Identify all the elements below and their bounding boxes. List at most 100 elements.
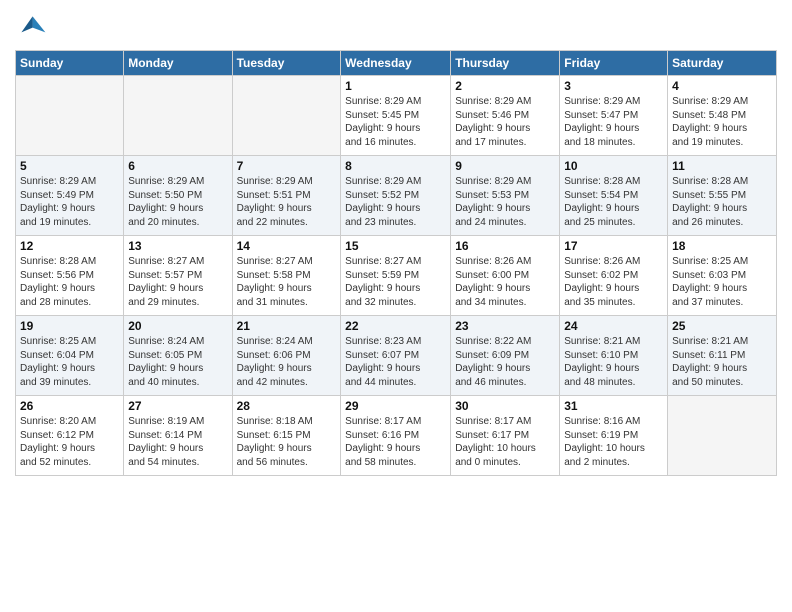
day-number: 13 [128,239,227,253]
calendar-day-cell: 25 Sunrise: 8:21 AM Sunset: 6:11 PM Dayli… [668,316,777,396]
calendar-day-cell: 6 Sunrise: 8:29 AM Sunset: 5:50 PM Daylig… [124,156,232,236]
day-number: 14 [237,239,337,253]
calendar-day-cell: 9Sunrise: 8:29 AM Sunset: 5:53 PM Daylig… [451,156,560,236]
calendar-day-cell: 30 Sunrise: 8:17 AM Sunset: 6:17 PM Dayli… [451,396,560,476]
calendar-day-cell: 16Sunrise: 8:26 AM Sunset: 6:00 PM Dayli… [451,236,560,316]
calendar-day-cell: 20 Sunrise: 8:24 AM Sunset: 6:05 PM Dayli… [124,316,232,396]
day-info: Sunrise: 8:29 AM Sunset: 5:52 PM Dayligh… [345,175,446,229]
day-info: Sunrise: 8:28 AM Sunset: 5:55 PM Dayligh… [672,175,772,229]
calendar-week-row: 19 Sunrise: 8:25 AM Sunset: 6:04 PM Dayli… [16,316,777,396]
day-number: 4 [672,79,772,93]
calendar-week-row: 12 Sunrise: 8:28 AM Sunset: 5:56 PM Dayli… [16,236,777,316]
weekday-header-monday: Monday [124,51,232,76]
calendar-day-cell: 3Sunrise: 8:29 AM Sunset: 5:47 PM Daylig… [560,76,668,156]
calendar-day-cell: 8 Sunrise: 8:29 AM Sunset: 5:52 PM Daylig… [341,156,451,236]
day-info: Sunrise: 8:29 AM Sunset: 5:45 PM Dayligh… [345,95,446,149]
calendar-day-cell: 5Sunrise: 8:29 AM Sunset: 5:49 PM Daylig… [16,156,124,236]
day-info: Sunrise: 8:18 AM Sunset: 6:15 PM Dayligh… [237,415,337,469]
day-info: Sunrise: 8:29 AM Sunset: 5:50 PM Dayligh… [128,175,227,229]
day-number: 24 [564,319,663,333]
calendar-day-cell: 19 Sunrise: 8:25 AM Sunset: 6:04 PM Dayli… [16,316,124,396]
day-info: Sunrise: 8:27 AM Sunset: 5:58 PM Dayligh… [237,255,337,309]
day-info: Sunrise: 8:29 AM Sunset: 5:48 PM Dayligh… [672,95,772,149]
weekday-header-sunday: Sunday [16,51,124,76]
weekday-header-wednesday: Wednesday [341,51,451,76]
day-number: 25 [672,319,772,333]
day-info: Sunrise: 8:29 AM Sunset: 5:46 PM Dayligh… [455,95,555,149]
weekday-header-row: SundayMondayTuesdayWednesdayThursdayFrid… [16,51,777,76]
day-info: Sunrise: 8:26 AM Sunset: 6:02 PM Dayligh… [564,255,663,309]
calendar-day-cell [232,76,341,156]
calendar-day-cell: 10 Sunrise: 8:28 AM Sunset: 5:54 PM Dayli… [560,156,668,236]
day-number: 22 [345,319,446,333]
day-info: Sunrise: 8:25 AM Sunset: 6:04 PM Dayligh… [20,335,119,389]
day-info: Sunrise: 8:28 AM Sunset: 5:54 PM Dayligh… [564,175,663,229]
calendar-day-cell: 23 Sunrise: 8:22 AM Sunset: 6:09 PM Dayli… [451,316,560,396]
calendar-week-row: 26Sunrise: 8:20 AM Sunset: 6:12 PM Dayli… [16,396,777,476]
day-info: Sunrise: 8:27 AM Sunset: 5:59 PM Dayligh… [345,255,446,309]
day-number: 1 [345,79,446,93]
day-number: 12 [20,239,119,253]
day-info: Sunrise: 8:21 AM Sunset: 6:11 PM Dayligh… [672,335,772,389]
weekday-header-saturday: Saturday [668,51,777,76]
header [15,10,777,42]
calendar-day-cell: 14 Sunrise: 8:27 AM Sunset: 5:58 PM Dayli… [232,236,341,316]
calendar-day-cell: 26Sunrise: 8:20 AM Sunset: 6:12 PM Dayli… [16,396,124,476]
day-info: Sunrise: 8:17 AM Sunset: 6:17 PM Dayligh… [455,415,555,469]
day-number: 23 [455,319,555,333]
calendar-day-cell: 13 Sunrise: 8:27 AM Sunset: 5:57 PM Dayli… [124,236,232,316]
day-number: 28 [237,399,337,413]
day-number: 11 [672,159,772,173]
day-info: Sunrise: 8:28 AM Sunset: 5:56 PM Dayligh… [20,255,119,309]
day-number: 19 [20,319,119,333]
day-info: Sunrise: 8:20 AM Sunset: 6:12 PM Dayligh… [20,415,119,469]
day-number: 18 [672,239,772,253]
day-info: Sunrise: 8:24 AM Sunset: 6:06 PM Dayligh… [237,335,337,389]
day-number: 17 [564,239,663,253]
calendar-week-row: 1 Sunrise: 8:29 AM Sunset: 5:45 PM Daylig… [16,76,777,156]
day-info: Sunrise: 8:29 AM Sunset: 5:51 PM Dayligh… [237,175,337,229]
calendar-day-cell: 27 Sunrise: 8:19 AM Sunset: 6:14 PM Dayli… [124,396,232,476]
day-number: 8 [345,159,446,173]
logo-icon [15,10,47,42]
weekday-header-friday: Friday [560,51,668,76]
calendar-day-cell: 12 Sunrise: 8:28 AM Sunset: 5:56 PM Dayli… [16,236,124,316]
day-number: 7 [237,159,337,173]
day-info: Sunrise: 8:27 AM Sunset: 5:57 PM Dayligh… [128,255,227,309]
calendar-day-cell: 17 Sunrise: 8:26 AM Sunset: 6:02 PM Dayli… [560,236,668,316]
calendar-table: SundayMondayTuesdayWednesdayThursdayFrid… [15,50,777,476]
calendar-day-cell [16,76,124,156]
day-number: 20 [128,319,227,333]
calendar-day-cell: 24 Sunrise: 8:21 AM Sunset: 6:10 PM Dayli… [560,316,668,396]
calendar-day-cell: 28 Sunrise: 8:18 AM Sunset: 6:15 PM Dayli… [232,396,341,476]
calendar-day-cell: 11 Sunrise: 8:28 AM Sunset: 5:55 PM Dayli… [668,156,777,236]
weekday-header-thursday: Thursday [451,51,560,76]
day-info: Sunrise: 8:29 AM Sunset: 5:47 PM Dayligh… [564,95,663,149]
weekday-header-tuesday: Tuesday [232,51,341,76]
logo [15,10,51,42]
calendar-day-cell: 21Sunrise: 8:24 AM Sunset: 6:06 PM Dayli… [232,316,341,396]
day-info: Sunrise: 8:19 AM Sunset: 6:14 PM Dayligh… [128,415,227,469]
day-number: 27 [128,399,227,413]
calendar-day-cell: 22 Sunrise: 8:23 AM Sunset: 6:07 PM Dayli… [341,316,451,396]
page-container: SundayMondayTuesdayWednesdayThursdayFrid… [0,0,792,486]
day-info: Sunrise: 8:26 AM Sunset: 6:00 PM Dayligh… [455,255,555,309]
day-info: Sunrise: 8:25 AM Sunset: 6:03 PM Dayligh… [672,255,772,309]
day-info: Sunrise: 8:21 AM Sunset: 6:10 PM Dayligh… [564,335,663,389]
calendar-day-cell: 15 Sunrise: 8:27 AM Sunset: 5:59 PM Dayli… [341,236,451,316]
day-info: Sunrise: 8:22 AM Sunset: 6:09 PM Dayligh… [455,335,555,389]
calendar-week-row: 5Sunrise: 8:29 AM Sunset: 5:49 PM Daylig… [16,156,777,236]
day-info: Sunrise: 8:24 AM Sunset: 6:05 PM Dayligh… [128,335,227,389]
calendar-day-cell: 1 Sunrise: 8:29 AM Sunset: 5:45 PM Daylig… [341,76,451,156]
day-number: 10 [564,159,663,173]
day-info: Sunrise: 8:23 AM Sunset: 6:07 PM Dayligh… [345,335,446,389]
calendar-day-cell [124,76,232,156]
day-number: 15 [345,239,446,253]
day-number: 31 [564,399,663,413]
day-number: 2 [455,79,555,93]
calendar-day-cell: 4 Sunrise: 8:29 AM Sunset: 5:48 PM Daylig… [668,76,777,156]
calendar-day-cell: 31Sunrise: 8:16 AM Sunset: 6:19 PM Dayli… [560,396,668,476]
day-number: 30 [455,399,555,413]
day-number: 6 [128,159,227,173]
day-number: 29 [345,399,446,413]
